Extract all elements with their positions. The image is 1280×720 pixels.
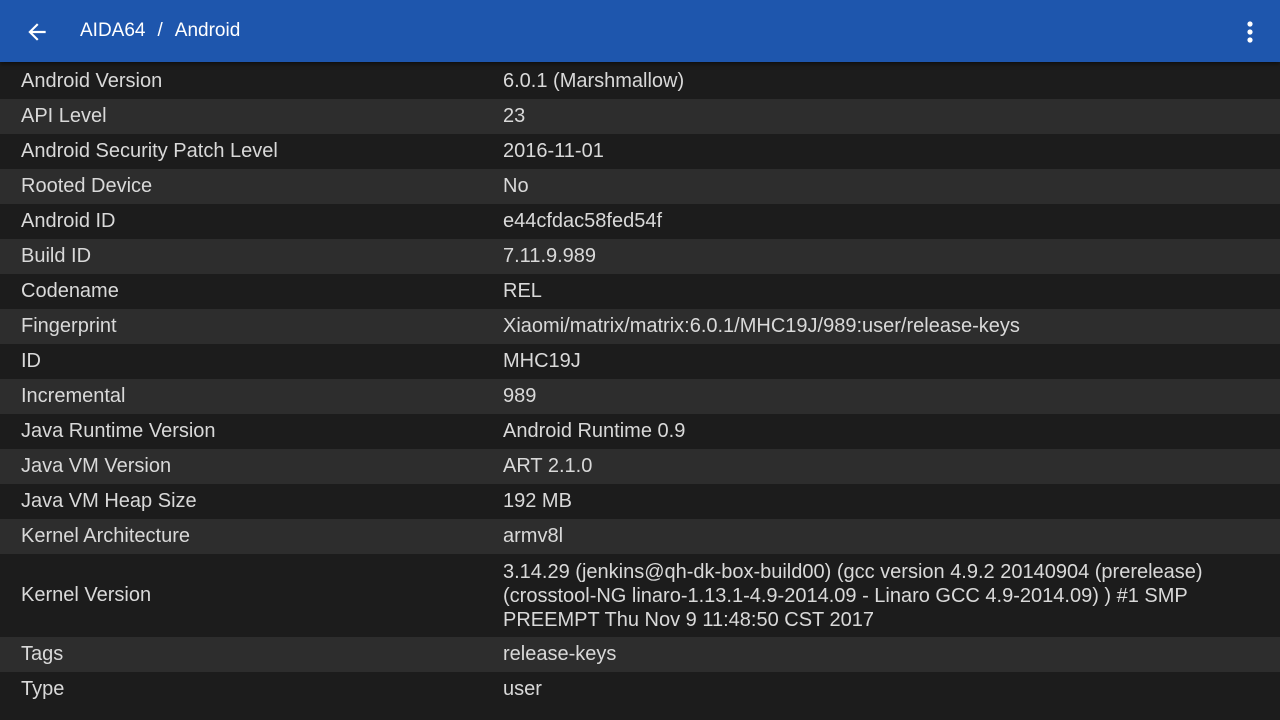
row-label: Build ID: [21, 245, 92, 267]
row-label: Rooted Device: [21, 175, 153, 197]
row-value: REL: [503, 280, 542, 302]
row-value: MHC19J: [503, 350, 581, 372]
row-label: Android ID: [21, 210, 116, 232]
info-row-java-vm-heap-size[interactable]: Java VM Heap Size 192 MB: [0, 484, 1280, 519]
row-value: ART 2.1.0: [503, 455, 593, 477]
row-label: Fingerprint: [21, 315, 117, 337]
info-row-type[interactable]: Type user: [0, 672, 1280, 707]
row-value: e44cfdac58fed54f: [503, 210, 663, 232]
row-value: armv8l: [503, 525, 564, 547]
row-label: Type: [21, 678, 65, 700]
breadcrumb-current: Android: [174, 20, 241, 41]
row-value: 7.11.9.989: [503, 245, 597, 267]
row-value: Android Runtime 0.9: [503, 420, 686, 442]
row-label: Codename: [21, 280, 119, 302]
row-label: Java VM Version: [21, 455, 172, 477]
back-button[interactable]: [18, 13, 56, 51]
info-row-fingerprint[interactable]: Fingerprint Xiaomi/matrix/matrix:6.0.1/M…: [0, 309, 1280, 344]
row-value: 3.14.29 (jenkins@qh-dk-box-build00) (gcc…: [503, 560, 1203, 631]
info-row-codename[interactable]: Codename REL: [0, 274, 1280, 309]
info-row-rooted-device[interactable]: Rooted Device No: [0, 169, 1280, 204]
row-label: API Level: [21, 105, 107, 127]
row-value: 192 MB: [503, 490, 572, 512]
row-label: Java Runtime Version: [21, 420, 216, 442]
info-row-kernel-architecture[interactable]: Kernel Architecture armv8l: [0, 519, 1280, 554]
info-row-incremental[interactable]: Incremental 989: [0, 379, 1280, 414]
info-row-api-level[interactable]: API Level 23: [0, 99, 1280, 134]
info-row-id[interactable]: ID MHC19J: [0, 344, 1280, 379]
arrow-left-icon: [28, 23, 46, 41]
row-label: Android Security Patch Level: [21, 140, 278, 162]
row-value: 2016-11-01: [503, 140, 604, 162]
row-label: Tags: [21, 643, 64, 665]
info-row-java-runtime-version[interactable]: Java Runtime Version Android Runtime 0.9: [0, 414, 1280, 449]
info-list: Android Version 6.0.1 (Marshmallow) API …: [0, 64, 1280, 707]
info-row-android-version[interactable]: Android Version 6.0.1 (Marshmallow): [0, 64, 1280, 99]
overflow-menu-button[interactable]: [1234, 14, 1266, 50]
info-row-tags[interactable]: Tags release-keys: [0, 637, 1280, 672]
info-row-kernel-version[interactable]: Kernel Version 3.14.29 (jenkins@qh-dk-bo…: [0, 554, 1280, 637]
breadcrumb-separator: /: [157, 20, 163, 41]
row-value: No: [503, 175, 529, 197]
row-value: release-keys: [503, 643, 617, 665]
row-label: Android Version: [21, 70, 163, 92]
breadcrumb-root[interactable]: AIDA64: [80, 20, 145, 42]
row-label: Incremental: [21, 385, 126, 407]
app-bar: AIDA64 / Android: [0, 0, 1280, 62]
breadcrumb: AIDA64 / Android: [80, 0, 240, 62]
row-label: Kernel Architecture: [21, 525, 190, 547]
row-value: 989: [503, 385, 537, 407]
row-label: ID: [21, 350, 41, 372]
row-label: Kernel Version: [21, 584, 152, 606]
row-value: 23: [503, 105, 526, 127]
info-row-java-vm-version[interactable]: Java VM Version ART 2.1.0: [0, 449, 1280, 484]
more-vertical-icon: [1247, 21, 1253, 43]
info-row-build-id[interactable]: Build ID 7.11.9.989: [0, 239, 1280, 274]
info-row-security-patch-level[interactable]: Android Security Patch Level 2016-11-01: [0, 134, 1280, 169]
row-value: user: [503, 678, 542, 700]
row-value: 6.0.1 (Marshmallow): [503, 70, 685, 92]
info-row-android-id[interactable]: Android ID e44cfdac58fed54f: [0, 204, 1280, 239]
row-value: Xiaomi/matrix/matrix:6.0.1/MHC19J/989:us…: [503, 315, 1020, 337]
row-label: Java VM Heap Size: [21, 490, 197, 512]
